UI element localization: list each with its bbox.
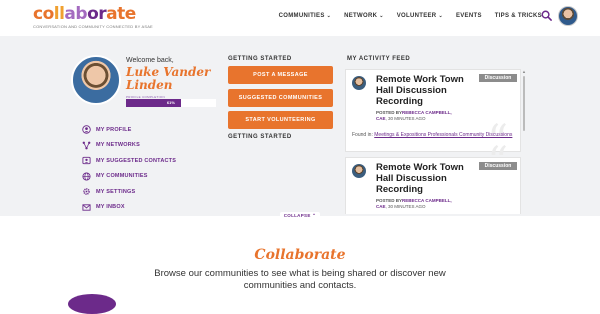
welcome-text: Welcome back, [126,57,174,64]
collaborate-logo[interactable]: collaborate CONVERSATION AND COMMUNITY C… [33,4,153,31]
author-link[interactable]: REBECCA CAMPBELL, [402,110,452,115]
decorative-circle [68,294,116,314]
menu-my-inbox[interactable]: MY INBOX [82,200,176,216]
search-icon[interactable] [541,10,552,21]
getting-started-heading-secondary: GETTING STARTED [228,134,292,140]
nav-communities[interactable]: COMMUNITIES ⌄ [279,13,331,19]
top-navigation-bar: collaborate CONVERSATION AND COMMUNITY C… [0,0,600,36]
chevron-down-icon: ⌄ [438,13,443,19]
post-a-message-button[interactable]: POST A MESSAGE [228,66,333,84]
menu-my-profile[interactable]: MY PROFILE [82,122,176,138]
user-name[interactable]: Luke Vander Linden [126,66,216,92]
menu-my-settings[interactable]: MY SETTINGS [82,184,176,200]
menu-my-communities[interactable]: MY COMMUNITIES [82,169,176,185]
discussion-badge: Discussion [479,74,517,82]
nav-tips-tricks[interactable]: TIPS & TRICKS [495,13,542,19]
discussion-badge: Discussion [479,162,517,170]
activity-feed[interactable]: “ Remote Work Town Hall Discussion Recor… [345,69,526,214]
nav-events[interactable]: EVENTS [456,13,482,19]
community-link[interactable]: Meetings & Expositions Professionals Com… [374,132,512,138]
found-in-text: Found in: Meetings & Expositions Profess… [352,132,513,138]
chevron-down-icon: ⌄ [379,13,384,19]
feed-item-meta: POSTED BYREBECCA CAMPBELL, CAE, 30 MINUT… [376,110,452,121]
start-volunteering-button[interactable]: START VOLUNTEERING [228,111,333,129]
feed-item-meta: POSTED BYREBECCA CAMPBELL, CAE, 30 MINUT… [376,198,452,209]
profile-menu: MY PROFILE MY NETWORKS MY SUGGESTED CONT… [82,122,176,215]
scroll-up-icon[interactable]: ▲ [522,69,526,74]
feed-item-title[interactable]: Remote Work Town Hall Discussion Recordi… [376,74,474,107]
collaborate-description: Browse our communities to see what is be… [154,268,446,291]
author-avatar[interactable] [352,76,366,90]
author-link[interactable]: REBECCA CAMPBELL, [402,198,452,203]
profile-completion-fill: 61% [126,99,181,107]
globe-icon [82,172,91,181]
feed-item[interactable]: “ Remote Work Town Hall Discussion Recor… [345,142,521,214]
feed-item-title[interactable]: Remote Work Town Hall Discussion Recordi… [376,162,474,195]
activity-feed-heading: MY ACTIVITY FEED [347,56,411,62]
logo-tagline: CONVERSATION AND COMMUNITY CONNECTED BY … [33,24,153,29]
nav-network[interactable]: NETWORK ⌄ [344,13,384,19]
nav-volunteer[interactable]: VOLUNTEER ⌄ [397,13,443,19]
getting-started-heading: GETTING STARTED [228,56,292,62]
user-avatar[interactable] [558,6,578,26]
suggested-communities-button[interactable]: SUGGESTED COMMUNITIES [228,89,333,107]
user-icon [82,125,91,134]
inbox-icon [82,204,91,211]
contacts-icon [82,157,91,165]
author-avatar[interactable] [352,164,366,178]
chevron-down-icon: ⌄ [326,13,332,19]
main-nav: COMMUNITIES ⌄ NETWORK ⌄ VOLUNTEER ⌄ EVENTS … [266,13,542,19]
menu-my-networks[interactable]: MY NETWORKS [82,138,176,154]
profile-completion-bar: 61% [126,99,216,107]
collaborate-heading: Collaborate [254,247,346,263]
gear-icon [83,188,90,196]
network-icon [82,141,91,150]
profile-photo[interactable] [71,55,121,105]
feed-scrollbar-thumb[interactable] [523,76,525,131]
logo-wordmark: collaborate [33,4,136,24]
menu-my-suggested-contacts[interactable]: MY SUGGESTED CONTACTS [82,153,176,169]
collapse-button[interactable]: COLLAPSE ⌃ [280,212,320,220]
